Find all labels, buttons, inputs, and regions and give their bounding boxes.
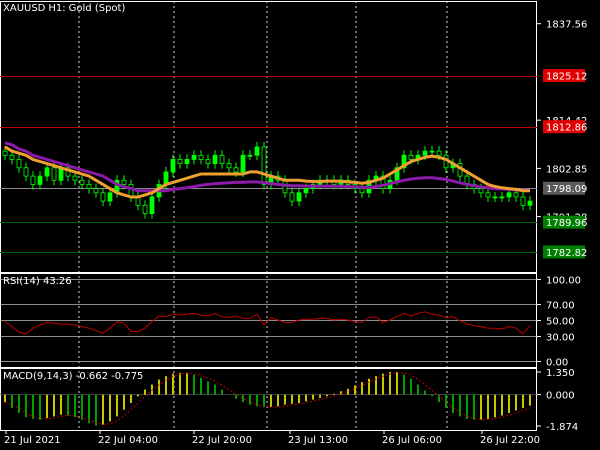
candle-body (422, 150, 428, 156)
rsi-axis-label: 0.00 (546, 358, 568, 369)
candle-body (520, 196, 526, 206)
rsi-axis-label: 100.00 (546, 276, 581, 287)
candle-body (408, 154, 414, 160)
candle-body (303, 188, 309, 194)
price-level-label: 1825.12 (546, 72, 587, 83)
candle-body (289, 192, 295, 202)
candle-body (44, 167, 50, 177)
candle-body (51, 167, 57, 181)
rsi-axis-label: 30.00 (546, 333, 575, 344)
candle-body (205, 159, 211, 165)
candle-body (492, 196, 498, 199)
candle-body (247, 154, 253, 157)
candle-body (261, 146, 267, 185)
candle-body (86, 184, 92, 190)
candle-body (170, 159, 176, 173)
candle-body (485, 192, 491, 198)
candle-body (142, 204, 148, 215)
candle-body (233, 167, 239, 173)
candle-body (107, 192, 113, 202)
candle-body (79, 179, 85, 185)
time-axis-label: 22 Jul 20:00 (192, 435, 252, 446)
candle-body (359, 188, 365, 194)
price-level-label: 1782.82 (546, 248, 587, 259)
candle-body (226, 163, 232, 169)
candle-body (9, 154, 15, 160)
main-chart-title: XAUUSD H1: Gold (Spot) (3, 3, 128, 15)
candle-body (499, 196, 505, 199)
macd-axis-label: -1.874 (546, 422, 578, 433)
candle-body (184, 159, 190, 165)
candle-body (506, 192, 512, 198)
price-axis-label: 1837.56 (546, 20, 587, 31)
macd-pane-title: MACD(9,14,3) -0.662 -0.775 (3, 371, 144, 382)
candle-body (254, 146, 260, 156)
candle-body (121, 179, 127, 185)
candle-body (100, 192, 106, 202)
candle-body (478, 188, 484, 194)
rsi-pane-title: RSI(14) 43.26 (3, 276, 72, 287)
candle-body (212, 154, 218, 164)
candle-body (191, 154, 197, 160)
time-axis-label: 26 Jul 22:00 (480, 435, 540, 446)
price-level-label: 1789.96 (546, 218, 587, 229)
main-pane-frame (0, 1, 537, 273)
candle-body (2, 150, 8, 156)
time-axis-label: 21 Jul 2021 (4, 435, 61, 446)
candle-body (30, 175, 36, 185)
price-level-label: 1812.86 (546, 123, 587, 134)
candle-body (219, 154, 225, 164)
rsi-axis-label: 70.00 (546, 301, 575, 312)
candle-body (23, 167, 29, 177)
candle-body (513, 192, 519, 198)
candle-body (72, 175, 78, 181)
timeframe-label: H1: (48, 3, 66, 14)
candle-body (177, 159, 183, 165)
time-axis-label: 26 Jul 06:00 (382, 435, 442, 446)
macd-axis-label: 0.000 (546, 391, 575, 402)
candle-body (436, 150, 442, 156)
time-axis-label: 23 Jul 13:00 (288, 435, 348, 446)
candle-body (429, 150, 435, 153)
price-level-label: 1798.09 (546, 184, 587, 195)
candle-body (16, 159, 22, 169)
candle-body (296, 192, 302, 202)
rsi-axis-label: 50.00 (546, 317, 575, 328)
candle-body (93, 188, 99, 194)
macd-axis-label: 1.350 (546, 368, 575, 379)
candle-body (198, 154, 204, 160)
price-axis-label: 1802.85 (546, 164, 587, 175)
candle-body (240, 154, 246, 173)
candle-body (37, 175, 43, 185)
candle-body (149, 196, 155, 215)
time-axis-label: 22 Jul 04:00 (98, 435, 158, 446)
candle-body (527, 200, 533, 206)
symbol-label: XAUUSD (3, 3, 46, 14)
instrument-description: Gold (Spot) (68, 3, 126, 14)
